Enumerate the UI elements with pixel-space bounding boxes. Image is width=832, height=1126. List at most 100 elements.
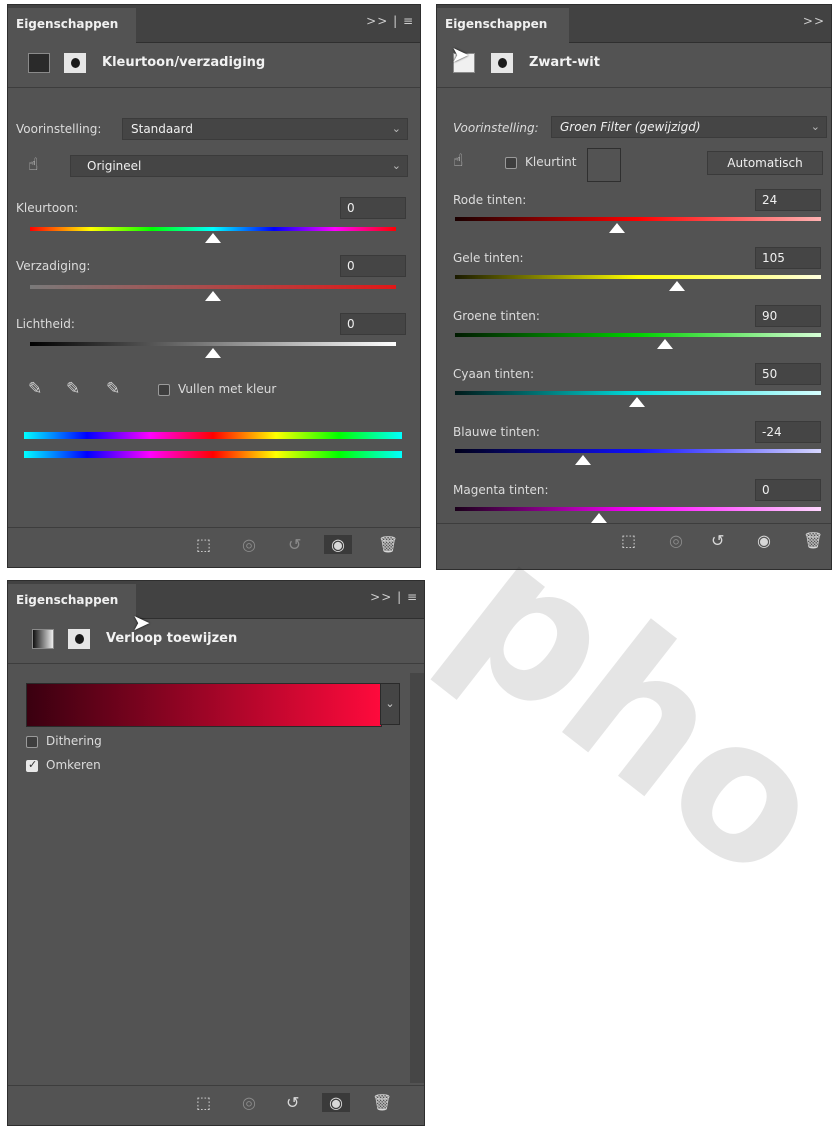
lightness-label: Lichtheid: <box>16 317 75 331</box>
gradient-preview[interactable] <box>26 683 382 727</box>
cyan-tones-slider-thumb[interactable] <box>629 397 645 407</box>
chevron-down-icon: ⌄ <box>385 697 395 710</box>
saturation-slider-track[interactable] <box>30 285 396 289</box>
reset-icon[interactable]: ↺ <box>288 535 301 554</box>
yellow-tones-input[interactable]: 105 <box>755 247 821 269</box>
gradient-dropdown-button[interactable]: ⌄ <box>380 683 400 725</box>
scrollbar[interactable] <box>410 673 424 1083</box>
lightness-slider-track[interactable] <box>30 342 396 346</box>
layer-mask-icon[interactable] <box>68 629 90 649</box>
red-tones-label: Rode tinten: <box>453 193 527 207</box>
magenta-tones-label: Magenta tinten: <box>453 483 549 497</box>
trash-icon[interactable]: 🗑 <box>803 531 823 550</box>
properties-panel-black-white: Eigenschappen >> Zwart-wit ➤ Voorinstell… <box>436 4 832 570</box>
saturation-slider-thumb[interactable] <box>205 291 221 301</box>
adjustment-title: Zwart-wit <box>529 55 600 70</box>
panel-menu-icon[interactable]: >> | ≡ <box>366 14 414 28</box>
tab-properties[interactable]: Eigenschappen <box>8 584 137 619</box>
yellow-tones-slider-thumb[interactable] <box>669 281 685 291</box>
channel-value: Origineel <box>87 159 142 173</box>
cyan-tones-input[interactable]: 50 <box>755 363 821 385</box>
properties-panel-gradient-map: Eigenschappen >> | ≡ ➤ Verloop toewijzen… <box>7 580 425 1126</box>
yellow-tones-slider-track[interactable] <box>455 275 821 279</box>
red-tones-slider-thumb[interactable] <box>609 223 625 233</box>
gradient-map-layer-icon <box>32 629 54 649</box>
tint-checkbox[interactable] <box>505 157 517 169</box>
reverse-checkbox[interactable] <box>26 758 38 772</box>
reverse-label: Omkeren <box>46 758 101 772</box>
auto-button[interactable]: Automatisch <box>707 151 823 175</box>
eyedropper-subtract-icon[interactable]: ✎ <box>106 379 120 399</box>
adjustment-header: Kleurtoon/verzadiging <box>8 43 420 88</box>
trash-icon[interactable]: 🗑 <box>372 1093 392 1112</box>
clip-to-layer-icon[interactable]: ⬚ <box>196 535 211 554</box>
adjustment-header: Zwart-wit <box>437 43 831 88</box>
eye-icon[interactable]: ◉ <box>757 531 771 550</box>
yellow-tones-label: Gele tinten: <box>453 251 524 265</box>
panel-footer: ⬚ ◎ ↺ ◉ 🗑 <box>437 523 831 560</box>
lightness-slider-thumb[interactable] <box>205 348 221 358</box>
panel-footer: ⬚ ◎ ↺ ◉ 🗑 <box>8 1085 424 1122</box>
hue-label: Kleurtoon: <box>16 201 79 215</box>
preset-select[interactable]: Groen Filter (gewijzigd) ⌄ <box>551 116 827 138</box>
targeted-adjustment-hand-icon[interactable]: ☝ <box>28 155 38 175</box>
hue-slider-track[interactable] <box>30 227 396 231</box>
blue-tones-input[interactable]: -24 <box>755 421 821 443</box>
view-previous-state-icon[interactable]: ◎ <box>669 531 683 550</box>
cyan-tones-slider-track[interactable] <box>455 391 821 395</box>
trash-icon[interactable]: 🗑 <box>378 535 398 554</box>
dithering-checkbox[interactable] <box>26 736 38 748</box>
color-bar-input <box>24 432 402 439</box>
preset-value: Standaard <box>131 122 193 136</box>
hue-slider-thumb[interactable] <box>205 233 221 243</box>
preset-value: Groen Filter (gewijzigd) <box>560 120 701 134</box>
green-tones-slider-thumb[interactable] <box>657 339 673 349</box>
preset-select[interactable]: Standaard ⌄ <box>122 118 408 140</box>
magenta-tones-input[interactable]: 0 <box>755 479 821 501</box>
color-bar-output <box>24 451 402 458</box>
tab-properties[interactable]: Eigenschappen <box>8 8 137 43</box>
tint-color-swatch[interactable] <box>587 148 621 182</box>
panel-tab-bar: Eigenschappen >> | ≡ <box>8 5 420 43</box>
red-tones-slider-track[interactable] <box>455 217 821 221</box>
saturation-label: Verzadiging: <box>16 259 91 273</box>
clip-to-layer-icon[interactable]: ⬚ <box>621 531 636 550</box>
hue-saturation-layer-icon <box>28 53 50 73</box>
tab-properties[interactable]: Eigenschappen <box>437 8 570 43</box>
eyedropper-add-icon[interactable]: ✎ <box>66 379 80 399</box>
reset-icon[interactable]: ↺ <box>711 531 724 550</box>
eyedropper-icon[interactable]: ✎ <box>28 379 42 399</box>
channel-select[interactable]: Origineel ⌄ <box>70 155 408 177</box>
chevron-down-icon: ⌄ <box>810 120 820 133</box>
lightness-input[interactable]: 0 <box>340 313 406 335</box>
panel-menu-icon[interactable]: >> | ≡ <box>370 590 418 604</box>
green-tones-slider-track[interactable] <box>455 333 821 337</box>
view-previous-state-icon[interactable]: ◎ <box>242 1093 256 1112</box>
blue-tones-slider-track[interactable] <box>455 449 821 453</box>
targeted-adjustment-hand-icon[interactable]: ☝ <box>453 151 463 171</box>
clip-to-layer-icon[interactable]: ⬚ <box>196 1093 211 1112</box>
red-tones-input[interactable]: 24 <box>755 189 821 211</box>
adjustment-title: Kleurtoon/verzadiging <box>102 55 266 70</box>
green-tones-label: Groene tinten: <box>453 309 540 323</box>
adjustment-title: Verloop toewijzen <box>106 631 238 646</box>
chevron-down-icon: ⌄ <box>391 159 401 172</box>
layer-mask-icon[interactable] <box>491 53 513 73</box>
colorize-checkbox[interactable] <box>158 384 170 396</box>
dithering-label: Dithering <box>46 734 102 748</box>
panel-footer: ⬚ ◎ ↺ ◉ 🗑 <box>8 527 420 564</box>
preset-label: Voorinstelling: <box>16 122 102 136</box>
view-previous-state-icon[interactable]: ◎ <box>242 535 256 554</box>
magenta-tones-slider-thumb[interactable] <box>591 513 607 523</box>
eye-icon[interactable]: ◉ <box>322 1093 350 1112</box>
layer-mask-icon[interactable] <box>64 53 86 73</box>
hue-input[interactable]: 0 <box>340 197 406 219</box>
magenta-tones-slider-track[interactable] <box>455 507 821 511</box>
eye-icon[interactable]: ◉ <box>324 535 352 554</box>
cyan-tones-label: Cyaan tinten: <box>453 367 534 381</box>
green-tones-input[interactable]: 90 <box>755 305 821 327</box>
blue-tones-slider-thumb[interactable] <box>575 455 591 465</box>
reset-icon[interactable]: ↺ <box>286 1093 299 1112</box>
saturation-input[interactable]: 0 <box>340 255 406 277</box>
panel-menu-icon[interactable]: >> <box>803 14 825 28</box>
